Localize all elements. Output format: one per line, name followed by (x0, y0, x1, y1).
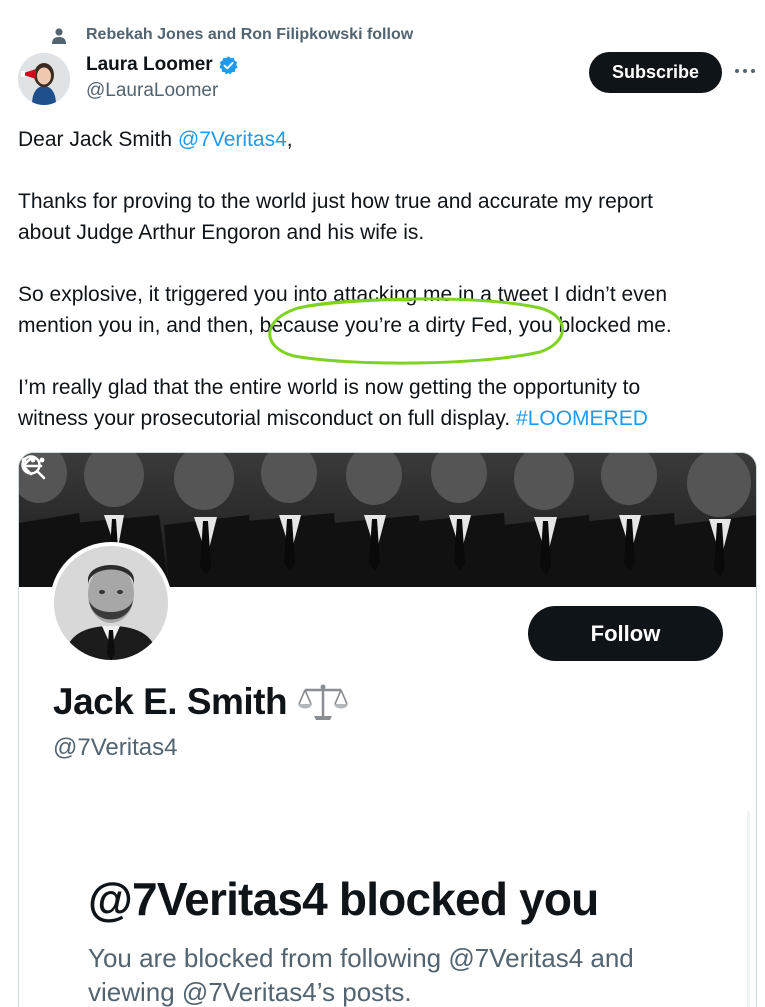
tweet-text-segment: , (286, 128, 293, 151)
scrollbar[interactable] (747, 811, 750, 1007)
author-name-text: Laura Loomer (86, 54, 213, 75)
tweet-line: I’m really glad that the entire world is… (18, 376, 641, 399)
tweet-paragraph-3: So explosive, it triggered you into atta… (18, 279, 748, 341)
tweet-line: Thanks for proving to the world just how… (18, 190, 653, 213)
tweet-text: Dear Jack Smith @7Veritas4, Thanks for p… (18, 124, 748, 465)
more-horizontal-icon[interactable] (19, 453, 47, 467)
verified-badge-icon (219, 55, 238, 74)
profile-handle: @7Veritas4 (53, 734, 178, 761)
tweet-paragraph-4: I’m really glad that the entire world is… (18, 372, 748, 434)
tweet-paragraph-1: Dear Jack Smith @7Veritas4, (18, 124, 748, 155)
tweet-text-segment: Dear Jack Smith (18, 128, 178, 151)
profile-name-text: Jack E. Smith (53, 681, 288, 722)
blocked-title: @7Veritas4 blocked you (88, 873, 599, 925)
author-handle[interactable]: @LauraLoomer (86, 80, 218, 102)
social-context[interactable]: Rebekah Jones and Ron Filipkowski follow (86, 26, 413, 44)
blocked-description-line: You are blocked from following @7Veritas… (88, 943, 634, 973)
subscribe-button[interactable]: Subscribe (589, 52, 722, 93)
scales-icon (298, 684, 349, 720)
tweet-line: witness your prosecutorial misconduct on… (18, 407, 517, 430)
author-name[interactable]: Laura Loomer (86, 54, 239, 76)
tweet-line: about Judge Arthur Engoron and his wife … (18, 221, 425, 244)
profile-avatar[interactable] (50, 542, 172, 664)
follow-button[interactable]: Follow (528, 606, 723, 661)
blocked-description: You are blocked from following @7Veritas… (88, 941, 708, 1007)
tweet-line: mention you in, and then, because you’re… (18, 314, 672, 337)
tweet-line: So explosive, it triggered you into atta… (18, 283, 668, 306)
tweet-paragraph-2: Thanks for proving to the world just how… (18, 186, 748, 248)
avatar[interactable] (18, 53, 70, 105)
more-horizontal-icon[interactable] (734, 62, 756, 80)
person-icon (52, 28, 66, 44)
blocked-description-line: viewing @7Veritas4’s posts. (88, 977, 412, 1007)
mention-link[interactable]: @7Veritas4 (178, 128, 287, 151)
hashtag-link[interactable]: #LOOMERED (516, 407, 648, 430)
embedded-screenshot[interactable]: Follow Jack E. Smith @7Veritas4 @7Verita… (18, 452, 757, 1007)
profile-name: Jack E. Smith (53, 681, 349, 723)
